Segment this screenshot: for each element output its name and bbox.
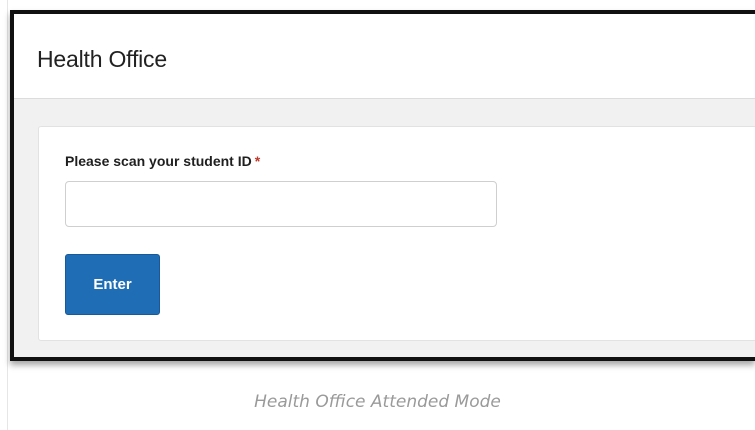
student-id-label: Please scan your student ID * [65, 153, 260, 169]
scan-card: Please scan your student ID * Enter [38, 126, 755, 341]
screenshot-frame: Health Office Please scan your student I… [10, 10, 755, 361]
page-rule [7, 0, 8, 430]
page-title: Health Office [37, 46, 167, 72]
student-id-label-text: Please scan your student ID [65, 153, 252, 169]
student-id-input[interactable] [65, 181, 497, 227]
enter-button[interactable]: Enter [65, 254, 160, 315]
required-marker: * [254, 153, 261, 169]
image-caption: Health Office Attended Mode [254, 392, 501, 412]
app-header: Health Office [14, 14, 755, 99]
